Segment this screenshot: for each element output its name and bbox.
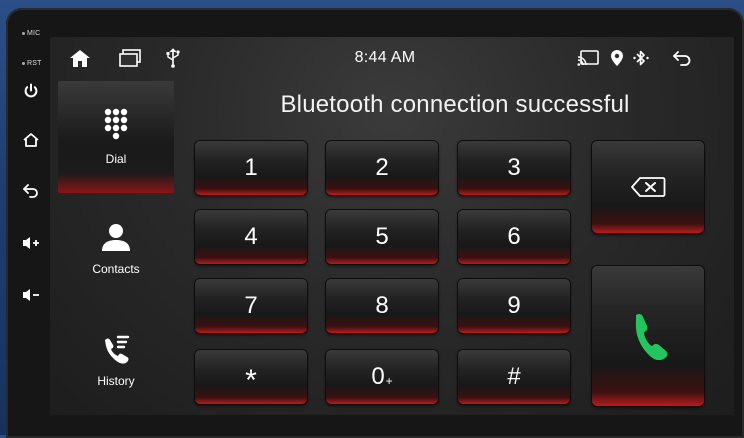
cast-icon [577,50,599,66]
key-0[interactable]: 0 + [326,350,438,404]
backspace-icon [631,177,666,197]
bluetooth-status [632,47,650,69]
nav-item-dial[interactable]: Dial [58,81,174,193]
reset-button[interactable]: RST [22,60,42,67]
volume-down-button[interactable] [20,284,42,306]
status-bar: 8:44 AM [50,37,734,79]
usb-status [164,47,182,69]
key-9[interactable]: 9 [458,279,570,333]
home-button[interactable] [68,47,92,69]
person-icon [102,224,130,251]
key-7[interactable]: 7 [195,279,307,333]
key-hash[interactable]: # [458,350,570,404]
volume-up-icon [23,237,39,249]
key-1[interactable]: 1 [195,141,307,195]
key-label: 8 [375,292,389,319]
screen: 8:44 AM Dial Contacts History Bluetooth … [50,37,734,415]
key-5[interactable]: 5 [326,210,438,264]
call-log-icon [105,335,130,364]
usb-icon [166,48,180,68]
screen-cast-status [576,47,600,69]
home-hw-button[interactable] [20,129,42,151]
back-arrow-icon [23,184,38,198]
backspace-button[interactable] [592,141,704,233]
back-icon [673,51,691,66]
key-label: 1 [244,154,258,181]
reset-hole-icon [22,61,25,65]
key-star[interactable]: * [195,350,307,404]
back-hw-button[interactable] [20,179,42,201]
home-icon [70,50,90,67]
volume-up-button[interactable] [20,232,42,254]
key-label: 2 [375,154,389,181]
nav-item-history[interactable]: History [58,305,174,417]
clock: 8:44 AM [354,49,416,66]
nav-item-contacts[interactable]: Contacts [58,193,174,305]
back-button[interactable] [670,47,694,69]
power-icon [24,83,38,98]
recent-apps-button[interactable] [118,47,142,69]
mic-hole-icon [22,31,25,35]
volume-down-icon [23,289,39,301]
key-sublabel: + [385,374,393,388]
key-label: 3 [507,154,521,181]
call-button[interactable] [592,266,704,406]
key-label: 7 [244,292,258,319]
key-label: # [507,363,521,390]
nav-label-contacts: Contacts [92,262,140,276]
key-label: 4 [244,223,258,250]
power-button[interactable] [20,80,42,102]
phone-nav-sidebar: Dial Contacts History [58,81,174,415]
key-label: 9 [507,292,521,319]
key-4[interactable]: 4 [195,210,307,264]
recent-apps-icon [119,49,141,67]
key-6[interactable]: 6 [458,210,570,264]
head-unit-frame: MIC RST 8:44 AM Dial Contacts History Bl… [6,8,744,438]
key-label: 6 [507,223,521,250]
page-title: Bluetooth connection successful [280,91,630,118]
location-pin-icon [611,50,623,66]
nav-label-history: History [97,374,135,388]
key-3[interactable]: 3 [458,141,570,195]
key-8[interactable]: 8 [326,279,438,333]
key-2[interactable]: 2 [326,141,438,195]
nav-label-dial: Dial [105,152,127,166]
dialpad-icon [104,108,128,140]
home-outline-icon [23,133,39,147]
key-label: * [245,364,257,397]
location-status [608,47,626,69]
key-label: 0 [371,363,385,390]
key-label: 5 [375,223,389,250]
bluetooth-connected-icon [633,50,649,66]
mic-label: MIC [22,30,40,37]
phone-call-icon [635,313,668,360]
